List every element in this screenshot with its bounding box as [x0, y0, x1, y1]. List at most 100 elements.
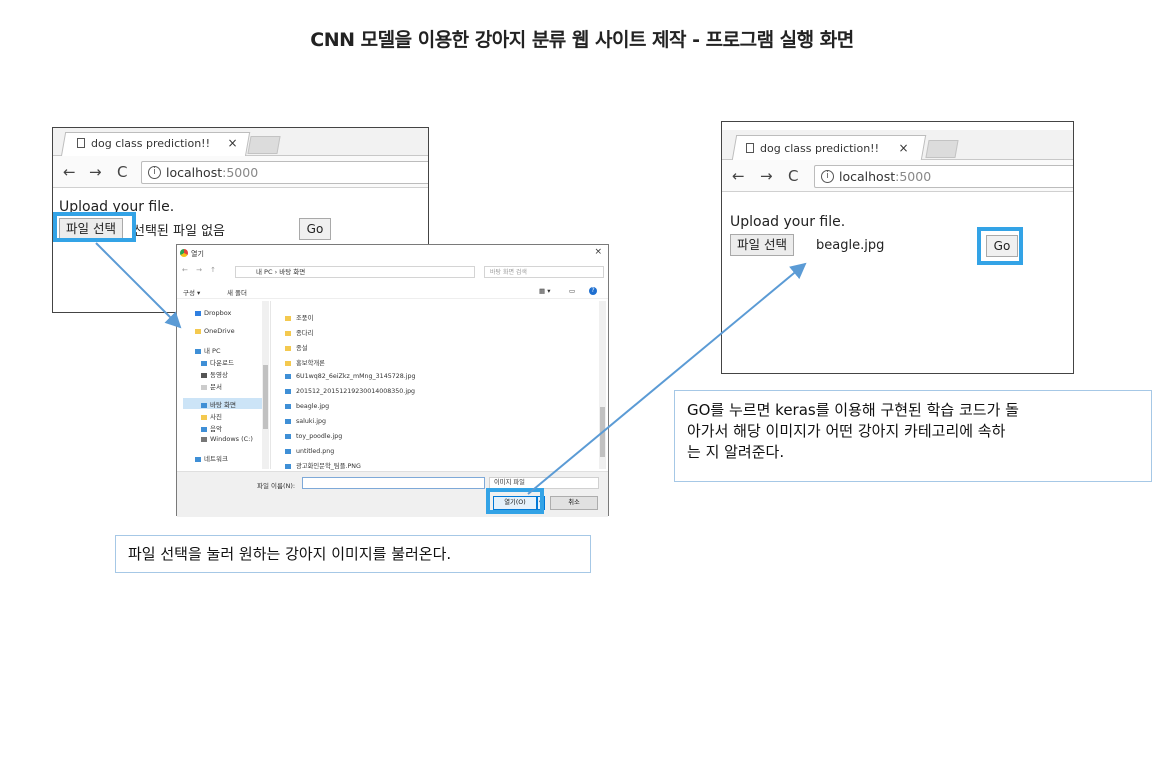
list-item[interactable]: 종다리 — [285, 328, 313, 337]
dialog-path-input[interactable]: 내 PC › 바탕 화면 — [235, 266, 475, 278]
list-item[interactable]: untitled.png — [285, 448, 334, 455]
forward-icon[interactable]: → — [89, 163, 102, 181]
nav-item-onedrive[interactable]: OneDrive — [195, 327, 235, 335]
chrome-logo-icon — [180, 249, 188, 257]
tab-close-icon[interactable]: × — [228, 136, 238, 150]
file-list-scrollbar[interactable] — [599, 301, 606, 469]
tab-strip: dog class prediction!! × — [722, 130, 1073, 160]
network-icon — [195, 456, 201, 462]
image-file-icon — [285, 448, 291, 454]
cancel-button[interactable]: 취소 — [550, 496, 598, 510]
callout-right-line-3: 는 지 알려준다. — [687, 443, 785, 461]
new-folder-button[interactable]: 새 폴더 — [227, 287, 247, 297]
callout-go-explain: GO를 누르면 keras를 이용해 구현된 학습 코드가 돌 아가서 해당 이… — [674, 390, 1152, 482]
organize-button[interactable]: 구성 ▾ — [183, 287, 200, 297]
drive-icon — [201, 436, 207, 442]
reload-icon[interactable]: C — [788, 167, 798, 185]
dialog-title: 열기 — [191, 250, 204, 258]
filename-label: 파일 이름(N): — [257, 482, 296, 490]
nav-scrollbar[interactable] — [262, 301, 269, 469]
list-item[interactable]: 6U1wq82_6eiZkz_mMng_3145728.jpg — [285, 373, 415, 380]
dialog-address-row: ← → ↑ 내 PC › 바탕 화면 바탕 화면 검색 — [177, 264, 608, 280]
new-tab-button[interactable] — [247, 136, 281, 154]
dialog-nav-arrows-icon[interactable]: ← → ↑ — [182, 266, 219, 274]
url-host: localhost — [839, 169, 896, 184]
dialog-titlebar: 열기 × — [177, 245, 608, 262]
image-file-icon — [285, 403, 291, 409]
image-file-icon — [285, 388, 291, 394]
file-status: beagle.jpg — [816, 238, 885, 253]
nav-item-pictures[interactable]: 사진 — [201, 411, 222, 421]
address-bar: ← → C i localhost:5000 — [53, 156, 428, 188]
list-item[interactable]: 홍보학개론 — [285, 358, 325, 367]
new-tab-button[interactable] — [925, 140, 959, 158]
folder-icon — [285, 360, 291, 366]
forward-icon[interactable]: → — [760, 167, 773, 185]
list-item[interactable]: 광고화인문학_팀플.PNG — [285, 461, 361, 470]
picture-icon — [201, 414, 207, 420]
list-item[interactable]: beagle.jpg — [285, 403, 329, 410]
callout-choose-file: 파일 선택을 눌러 원하는 강아지 이미지를 불러온다. — [115, 535, 591, 573]
dialog-toolbar: 구성 ▾ 새 폴더 ▦ ▾ ▭ ? — [177, 283, 608, 299]
url-host: localhost — [166, 165, 223, 180]
help-icon[interactable]: ? — [589, 287, 597, 295]
file-status: 선택된 파일 없음 — [133, 224, 225, 239]
dialog-nav-pane: Dropbox OneDrive 내 PC 다운로드 동영상 문서 바탕 화면 … — [177, 301, 271, 469]
go-button-highlight — [977, 227, 1023, 265]
callout-right-line-1: GO를 누르면 keras를 이용해 구현된 학습 코드가 돌 — [687, 401, 1019, 419]
callout-right-line-2: 아가서 해당 이미지가 어떤 강아지 카테고리에 속하 — [687, 422, 1006, 440]
pc-icon — [195, 348, 201, 354]
back-icon[interactable]: ← — [732, 167, 745, 185]
page-icon — [77, 138, 85, 148]
music-icon — [201, 426, 207, 432]
list-item[interactable]: 201512_20151219230014008350.jpg — [285, 388, 415, 395]
info-icon[interactable]: i — [821, 170, 834, 183]
preview-pane-icon[interactable]: ▭ — [569, 287, 575, 295]
download-icon — [201, 360, 207, 366]
url-port: :5000 — [895, 169, 932, 184]
go-button[interactable]: Go — [299, 218, 331, 240]
url-port: :5000 — [222, 165, 259, 180]
tab-strip: dog class prediction!! × — [53, 128, 428, 157]
list-item[interactable]: 종설 — [285, 343, 308, 352]
nav-item-downloads[interactable]: 다운로드 — [201, 357, 234, 367]
tab-title: dog class prediction!! — [760, 142, 880, 155]
open-button-highlight — [486, 488, 544, 514]
url-input[interactable]: i localhost:5000 — [141, 161, 428, 184]
nav-item-desktop[interactable]: 바탕 화면 — [201, 399, 236, 409]
image-file-icon — [285, 433, 291, 439]
open-file-dialog: 열기 × ← → ↑ 내 PC › 바탕 화면 바탕 화면 검색 구성 ▾ 새 … — [176, 244, 609, 517]
tab-title: dog class prediction!! — [91, 137, 211, 150]
slide-title: CNN 모델을 이용한 강아지 분류 웹 사이트 제작 - 프로그램 실행 화면 — [310, 29, 854, 51]
back-icon[interactable]: ← — [63, 163, 76, 181]
list-item[interactable]: toy_poodle.jpg — [285, 433, 342, 440]
folder-icon — [285, 345, 291, 351]
nav-item-videos[interactable]: 동영상 — [201, 369, 228, 379]
dialog-close-icon[interactable]: × — [594, 247, 602, 257]
nav-item-network[interactable]: 네트워크 — [195, 453, 228, 463]
video-icon — [201, 372, 207, 378]
list-item[interactable]: saluki.jpg — [285, 418, 326, 425]
reload-icon[interactable]: C — [117, 163, 127, 181]
nav-item-music[interactable]: 음악 — [201, 423, 222, 433]
folder-icon — [285, 315, 291, 321]
url-input[interactable]: i localhost:5000 — [814, 165, 1073, 188]
nav-item-windows-c[interactable]: Windows (C:) — [201, 435, 253, 443]
folder-icon — [285, 330, 291, 336]
dialog-search-input[interactable]: 바탕 화면 검색 — [484, 266, 604, 278]
image-file-icon — [285, 373, 291, 379]
list-item[interactable]: 조풍이 — [285, 313, 313, 322]
filename-input[interactable] — [302, 477, 485, 489]
nav-item-dropbox[interactable]: Dropbox — [195, 309, 231, 317]
view-icon[interactable]: ▦ ▾ — [539, 287, 550, 295]
image-file-icon — [285, 463, 291, 469]
desktop-icon — [201, 402, 207, 408]
nav-item-documents[interactable]: 문서 — [201, 381, 222, 391]
choose-file-button[interactable]: 파일 선택 — [730, 234, 794, 256]
info-icon[interactable]: i — [148, 166, 161, 179]
nav-item-this-pc[interactable]: 내 PC — [195, 345, 221, 355]
choose-file-highlight — [53, 212, 136, 242]
callout-left-text: 파일 선택을 눌러 원하는 강아지 이미지를 불러온다. — [128, 545, 452, 563]
document-icon — [201, 384, 207, 390]
tab-close-icon[interactable]: × — [899, 141, 909, 155]
